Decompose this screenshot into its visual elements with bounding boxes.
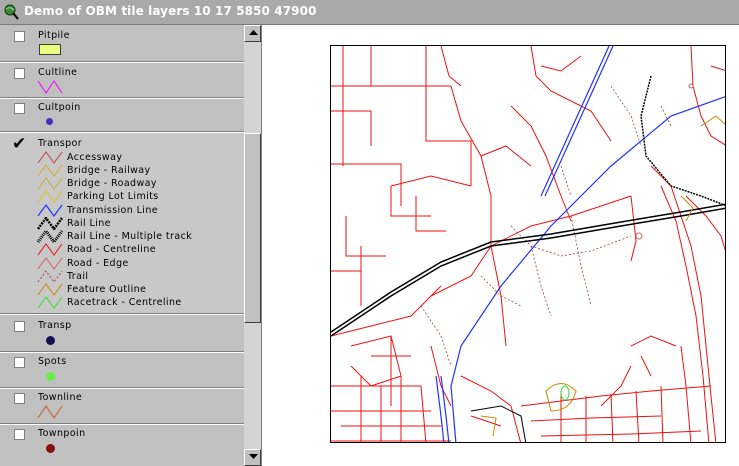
legend-class-bridge-railway: Bridge - Railway: [37, 164, 237, 177]
point-symbol-icon: [46, 118, 53, 125]
class-label: Road - Centreline: [67, 244, 157, 255]
rail-layer: [331, 75, 725, 442]
class-label: Trail: [67, 271, 89, 282]
racetrack-layer: [560, 385, 570, 401]
legend-class-accessway: Accessway: [37, 151, 237, 164]
scroll-thumb[interactable]: [244, 133, 261, 323]
legend-class-rail-line: Rail Line: [37, 217, 237, 230]
class-label: Accessway: [67, 152, 123, 163]
point-symbol-icon: [46, 336, 55, 345]
layer-checkbox-cultline[interactable]: [14, 68, 25, 79]
arrow-up-icon: [249, 30, 258, 35]
legend-list: Pitpile Cultline Cultpoin ✔ Transpor Acc…: [0, 25, 244, 466]
line-symbol-icon: [37, 404, 63, 419]
scroll-down-button[interactable]: [244, 449, 261, 466]
arrow-down-icon: [249, 454, 258, 459]
layer-checkbox-pitpile[interactable]: [14, 31, 25, 42]
legend-class-bridge-roadway: Bridge - Roadway: [37, 177, 237, 190]
class-label: Rail Line: [67, 218, 111, 229]
layer-name: Transp: [38, 320, 72, 331]
legend-class-feature-outline: Feature Outline: [37, 283, 237, 296]
legend-class-rail-line-multiple-track: Rail Line - Multiple track: [37, 230, 237, 243]
layer-checkbox-cultpoin[interactable]: [14, 103, 25, 114]
layer-checkbox-townline[interactable]: [14, 393, 25, 404]
scroll-up-button[interactable]: [244, 25, 261, 42]
legend-class-parking-lot-limits: Parking Lot Limits: [37, 190, 237, 203]
class-label: Rail Line - Multiple track: [67, 231, 193, 242]
class-label: Bridge - Railway: [67, 165, 151, 176]
layer-checkbox-spots[interactable]: [14, 357, 25, 368]
layer-name: Cultline: [38, 67, 78, 78]
layer-name: Spots: [38, 356, 67, 367]
legend-class-road-edge: Road - Edge: [37, 257, 237, 270]
fill-swatch-icon: [39, 44, 61, 55]
window-title: Demo of OBM tile layers 10 17 5850 47900: [24, 4, 317, 18]
class-label: Parking Lot Limits: [67, 191, 159, 202]
legend-scrollbar[interactable]: [244, 25, 261, 466]
checkmark-icon[interactable]: ✔: [12, 136, 26, 153]
layer-name: Pitpile: [38, 30, 70, 41]
layer-checkbox-townpoin[interactable]: [14, 429, 25, 440]
roads-layer: [331, 46, 725, 442]
divider: [0, 61, 244, 63]
divider: [0, 387, 244, 389]
divider: [0, 423, 244, 425]
legend-class-road-centreline: Road - Centreline: [37, 243, 237, 256]
legend-class-transmission-line: Transmission Line: [37, 204, 237, 217]
layer-checkbox-transp[interactable]: [14, 321, 25, 332]
class-label: Transmission Line: [67, 205, 158, 216]
layer-name: Transpor: [38, 138, 83, 149]
line-symbol-icon: [37, 79, 63, 94]
map-view[interactable]: [262, 25, 739, 466]
map-layers: [331, 46, 725, 442]
class-label: Feature Outline: [67, 284, 147, 295]
layer-name: Townline: [38, 392, 83, 403]
divider: [0, 97, 244, 99]
layer-name: Townpoin: [38, 428, 86, 439]
trails-layer: [420, 85, 672, 367]
class-label: Bridge - Roadway: [67, 178, 157, 189]
class-label: Road - Edge: [67, 258, 129, 269]
layer-name: Cultpoin: [38, 102, 81, 113]
map-canvas[interactable]: [330, 45, 726, 443]
point-symbol-icon: [46, 444, 55, 453]
divider: [0, 313, 244, 315]
divider: [0, 131, 244, 133]
globe-search-icon: [3, 4, 19, 20]
point-symbol-icon: [46, 372, 55, 381]
legend-class-trail: Trail: [37, 270, 237, 283]
title-bar[interactable]: Demo of OBM tile layers 10 17 5850 47900: [0, 0, 739, 25]
legend-class-racetrack-centreline: Racetrack - Centreline: [37, 296, 237, 309]
divider: [0, 351, 244, 353]
class-label: Racetrack - Centreline: [67, 297, 182, 308]
legend-panel: Pitpile Cultline Cultpoin ✔ Transpor Acc…: [0, 25, 262, 466]
